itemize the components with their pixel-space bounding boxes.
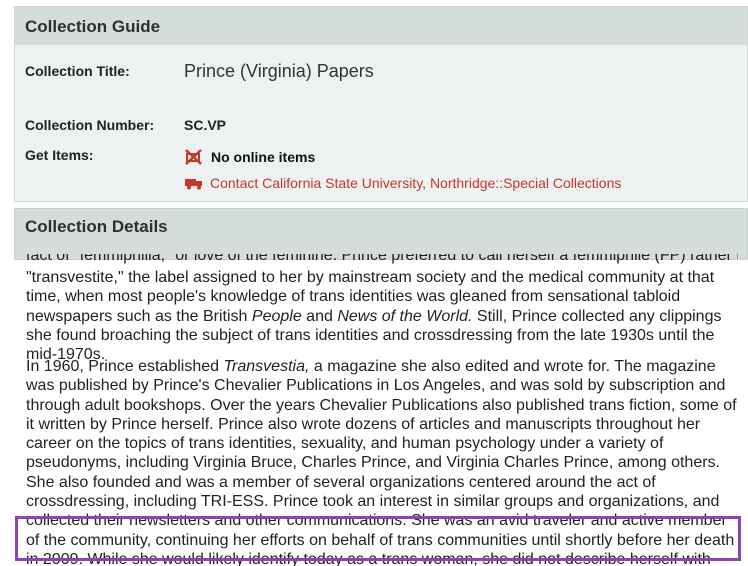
truck-icon	[184, 176, 204, 190]
collection-details-title: Collection Details	[25, 217, 168, 236]
get-items-label: Get Items:	[25, 147, 94, 163]
page: Collection Guide Collection Title: Princ…	[0, 0, 748, 566]
contact-link[interactable]: Contact California State University, Nor…	[210, 175, 621, 191]
collection-number-value: SC.VP	[184, 117, 227, 133]
collection-guide-panel: Collection Guide Collection Title: Princ…	[14, 6, 748, 202]
no-online-items-line: No online items	[184, 149, 315, 165]
collection-details-header-bar: Collection Details	[14, 208, 748, 260]
p1-people: People	[251, 307, 302, 325]
clipped-text-line: fact of "femmiphilia," or love of the fe…	[26, 254, 738, 266]
highlight-box	[15, 516, 741, 561]
no-online-items-icon	[184, 149, 204, 165]
no-online-items-text: No online items	[211, 149, 316, 165]
paragraph-1: "transvestite," the label assigned to he…	[26, 268, 738, 364]
collection-title-value: Prince (Virginia) Papers	[184, 61, 374, 81]
collection-number-label: Collection Number:	[25, 117, 155, 133]
contact-line[interactable]: Contact California State University, Nor…	[184, 175, 621, 191]
p2-transvestia: Transvestia,	[223, 358, 310, 375]
p1-news: News of the World.	[337, 307, 473, 325]
collection-guide-header: Collection Guide	[15, 7, 747, 45]
clipped-text: fact of "femmiphilia," or love of the fe…	[26, 254, 738, 264]
p2-text-a: In 1960, Prince established	[26, 358, 224, 375]
collection-title-label: Collection Title:	[25, 63, 130, 79]
p1-text-b: and	[301, 307, 338, 325]
